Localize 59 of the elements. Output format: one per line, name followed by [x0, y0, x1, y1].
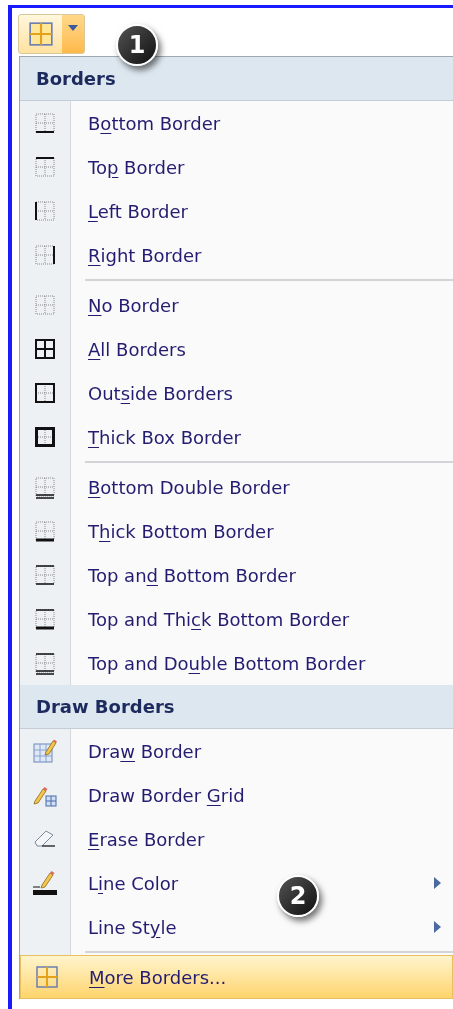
menu-item-label: Right Border: [88, 243, 202, 268]
section-header: Borders: [20, 57, 453, 101]
menu-item-label: Top and Double Bottom Border: [88, 651, 366, 676]
submenu-arrow-icon: [434, 877, 441, 889]
menu-item[interactable]: Top Border: [20, 145, 453, 189]
border-style-icon: [33, 111, 57, 135]
border-style-icon: [33, 337, 57, 361]
menu-item[interactable]: All Borders: [20, 327, 453, 371]
menu-item[interactable]: Draw Border: [20, 729, 453, 773]
menu-item-label: Top and Thick Bottom Border: [88, 607, 350, 632]
menu-item-label: Left Border: [88, 199, 188, 224]
dropdown-button[interactable]: [62, 14, 84, 53]
menu-item-label: Thick Box Border: [88, 425, 241, 450]
border-style-icon: [33, 519, 57, 543]
menu-item[interactable]: Bottom Border: [20, 101, 453, 145]
menu-item[interactable]: Top and Double Bottom Border: [20, 641, 453, 685]
menu-item-label: Draw Border: [88, 739, 202, 764]
menu-item-label: Bottom Double Border: [88, 475, 290, 500]
menu-item-label: Top Border: [88, 155, 185, 180]
menu-item-label: Line Color: [88, 871, 179, 896]
menu-item[interactable]: More Borders...: [20, 955, 453, 999]
pencil-line-icon: [32, 870, 58, 896]
section-header: Draw Borders: [20, 685, 453, 729]
menu-item[interactable]: Outside Borders: [20, 371, 453, 415]
grid-icon: [34, 965, 59, 989]
menu-item[interactable]: Bottom Double Border: [20, 465, 453, 509]
menu-item[interactable]: No Border: [20, 283, 453, 327]
table-pencil-icon: [32, 738, 58, 764]
menu-item-label: Line Style: [88, 915, 177, 940]
menu-item-label: All Borders: [88, 337, 186, 362]
menu-item-label: Bottom Border: [88, 111, 221, 136]
border-style-icon: [33, 425, 57, 449]
border-style-icon: [33, 243, 57, 267]
menu-item[interactable]: Draw Border Grid: [20, 773, 453, 817]
border-style-icon: [33, 607, 57, 631]
menu-item[interactable]: Top and Bottom Border: [20, 553, 453, 597]
menu-item-label: More Borders...: [89, 965, 227, 990]
grid-icon: [27, 20, 54, 47]
menu-item[interactable]: Thick Bottom Border: [20, 509, 453, 553]
menu-item-label: Outside Borders: [88, 381, 233, 406]
border-style-icon: [33, 293, 57, 317]
menu-item-label: Draw Border Grid: [88, 783, 245, 808]
menu-item[interactable]: Erase Border: [20, 817, 453, 861]
menu-item-label: Top and Bottom Border: [88, 563, 296, 588]
border-style-icon: [33, 155, 57, 179]
submenu-arrow-icon: [434, 921, 441, 933]
menu-item[interactable]: Top and Thick Bottom Border: [20, 597, 453, 641]
menu-item-label: Thick Bottom Border: [88, 519, 274, 544]
border-style-icon: [33, 381, 57, 405]
border-style-icon: [33, 651, 57, 675]
border-style-icon: [33, 475, 57, 499]
caret-icon: [68, 24, 78, 31]
menu-item-label: No Border: [88, 293, 179, 318]
border-style-icon: [33, 199, 57, 223]
menu-item-label: Erase Border: [88, 827, 205, 852]
border-style-icon: [33, 563, 57, 587]
menu-item[interactable]: Thick Box Border: [20, 415, 453, 459]
menu-item[interactable]: Right Border: [20, 233, 453, 277]
menu-item[interactable]: Left Border: [20, 189, 453, 233]
